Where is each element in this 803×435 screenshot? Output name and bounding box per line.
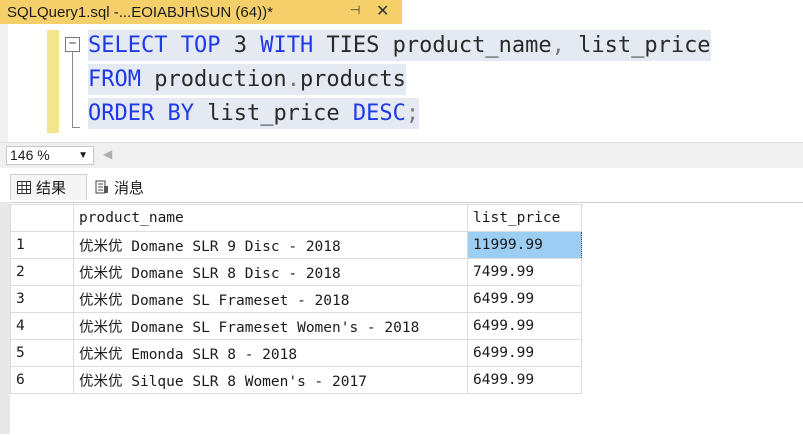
- tab-messages[interactable]: 消息: [89, 174, 161, 200]
- table-header-row: product_name list_price: [10, 204, 582, 232]
- collapse-outline-icon[interactable]: −: [65, 37, 80, 52]
- cell-product-name[interactable]: 优米优 Silque SLR 8 Women's - 2017: [73, 366, 468, 394]
- code-text: products: [299, 67, 406, 92]
- results-tab-strip: 结果 消息: [0, 168, 803, 202]
- cell-product-name[interactable]: 优米优 Domane SLR 9 Disc - 2018: [73, 231, 468, 259]
- results-grid[interactable]: product_name list_price 1 优米优 Domane SLR…: [10, 202, 803, 435]
- row-number-header[interactable]: [10, 204, 74, 232]
- table-row: 1 优米优 Domane SLR 9 Disc - 2018 11999.99: [10, 231, 582, 259]
- messages-icon: [95, 180, 108, 194]
- tab-results[interactable]: 结果: [10, 174, 87, 200]
- tab-results-label: 结果: [36, 180, 67, 197]
- code-line-3[interactable]: ORDER BY list_price DESC;: [88, 98, 420, 129]
- column-header-product-name[interactable]: product_name: [73, 204, 468, 232]
- scroll-left-icon[interactable]: ◀: [103, 147, 112, 161]
- table-row: 2 优米优 Domane SLR 8 Disc - 2018 7499.99: [10, 258, 582, 286]
- row-number[interactable]: 4: [10, 312, 74, 340]
- code-text: list_price: [564, 33, 711, 58]
- cell-product-name[interactable]: 优米优 Domane SL Frameset Women's - 2018: [73, 312, 468, 340]
- row-number[interactable]: 5: [10, 339, 74, 367]
- tab-messages-label: 消息: [114, 179, 145, 197]
- keyword: DESC: [352, 101, 406, 126]
- column-header-list-price[interactable]: list_price: [467, 204, 582, 232]
- code-line-1[interactable]: SELECT TOP 3 WITH TIES product_name, lis…: [88, 30, 711, 61]
- code-text: production: [140, 67, 287, 92]
- editor-status-bar: 146 % ▼ ◀: [0, 142, 803, 168]
- zoom-value: 146 %: [10, 147, 50, 163]
- zoom-dropdown[interactable]: 146 % ▼: [6, 146, 94, 165]
- results-table: product_name list_price 1 优米优 Domane SLR…: [10, 204, 582, 394]
- close-icon[interactable]: ✕: [376, 1, 389, 21]
- keyword: SELECT TOP: [88, 33, 221, 58]
- cell-product-name[interactable]: 优米优 Domane SL Frameset - 2018: [73, 285, 468, 313]
- code-text: TIES product_name: [313, 33, 552, 58]
- query-tab-title: SQLQuery1.sql -...EOIABJH\SUN (64))*: [7, 3, 273, 21]
- row-number[interactable]: 2: [10, 258, 74, 286]
- keyword: ORDER BY: [88, 101, 194, 126]
- grid-icon: [17, 181, 31, 194]
- code-punct: .: [286, 67, 300, 92]
- keyword: FROM: [88, 67, 141, 92]
- results-left-margin: [0, 168, 10, 434]
- row-number[interactable]: 3: [10, 285, 74, 313]
- cell-list-price[interactable]: 7499.99: [467, 258, 582, 286]
- cell-list-price[interactable]: 6499.99: [467, 366, 582, 394]
- code-line-2[interactable]: FROM production.products: [88, 64, 406, 95]
- change-tracking-bar: [47, 30, 59, 133]
- table-row: 3 优米优 Domane SL Frameset - 2018 6499.99: [10, 285, 582, 313]
- outline-line: [72, 52, 73, 128]
- cell-list-price[interactable]: 6499.99: [467, 312, 582, 340]
- cell-list-price[interactable]: 6499.99: [467, 339, 582, 367]
- keyword: WITH: [260, 33, 314, 58]
- code-punct: ;: [405, 101, 420, 126]
- row-number[interactable]: 1: [10, 231, 74, 259]
- cell-product-name[interactable]: 优米优 Emonda SLR 8 - 2018: [73, 339, 468, 367]
- table-row: 4 优米优 Domane SL Frameset Women's - 2018 …: [10, 312, 582, 340]
- document-tab-strip: SQLQuery1.sql -...EOIABJH\SUN (64))* ⊣ ✕: [0, 0, 803, 24]
- row-number[interactable]: 6: [10, 366, 74, 394]
- table-row: 6 优米优 Silque SLR 8 Women's - 2017 6499.9…: [10, 366, 582, 394]
- pin-icon[interactable]: ⊣: [350, 3, 360, 17]
- code-text: 3: [220, 33, 261, 58]
- editor-margin: [0, 24, 8, 142]
- code-text: list_price: [193, 101, 353, 126]
- cell-list-price[interactable]: 6499.99: [467, 285, 582, 313]
- chevron-down-icon: ▼: [78, 150, 88, 161]
- outline-line-end: [72, 127, 80, 128]
- cell-list-price-selected[interactable]: 11999.99: [467, 231, 582, 259]
- query-tab[interactable]: SQLQuery1.sql -...EOIABJH\SUN (64))* ⊣ ✕: [0, 0, 402, 24]
- cell-product-name[interactable]: 优米优 Domane SLR 8 Disc - 2018: [73, 258, 468, 286]
- query-editor[interactable]: − SELECT TOP 3 WITH TIES product_name, l…: [0, 24, 803, 142]
- table-row: 5 优米优 Emonda SLR 8 - 2018 6499.99: [10, 339, 582, 367]
- code-punct: ,: [551, 33, 565, 58]
